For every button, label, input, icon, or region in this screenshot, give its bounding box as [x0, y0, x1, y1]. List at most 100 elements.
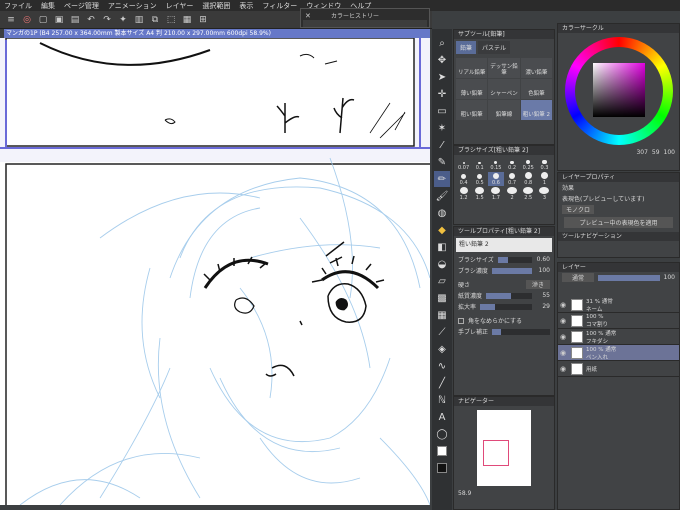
move-layer-icon[interactable]: ✛ — [434, 86, 450, 102]
brush-size-option[interactable]: 0.15 — [488, 157, 503, 171]
curve-icon[interactable]: ℕ — [434, 392, 450, 408]
brush-density-row[interactable]: ブラシ濃度 100 — [454, 265, 554, 276]
grid-icon[interactable]: ▦ — [180, 13, 194, 27]
color-history-strip[interactable] — [303, 20, 427, 27]
subtool-item[interactable]: 鉛筆線 — [488, 100, 520, 120]
drawing-canvas[interactable] — [0, 38, 430, 505]
blend-mode-select[interactable]: 通常 — [562, 273, 595, 282]
ruler-icon[interactable]: ⊞ — [196, 13, 210, 27]
operation-icon[interactable]: ➤ — [434, 69, 450, 85]
text-icon[interactable]: A — [434, 409, 450, 425]
eye-icon[interactable]: ◉ — [560, 301, 568, 309]
brush-size-option[interactable]: 0.7 — [505, 172, 520, 186]
selection-icon[interactable]: ▭ — [434, 103, 450, 119]
mono-option[interactable]: モノクロ — [562, 205, 595, 214]
eye-icon[interactable]: ◉ — [560, 333, 568, 341]
menu-view[interactable]: 表示 — [239, 1, 253, 11]
eraser-icon[interactable]: ◧ — [434, 239, 450, 255]
brush-size-option[interactable]: 0.5 — [472, 172, 487, 186]
layer-row[interactable]: ◉ 用紙 — [558, 361, 679, 377]
open-file-icon[interactable]: ▣ — [52, 13, 66, 27]
saturation-value-square[interactable] — [592, 63, 645, 117]
brush-size-option[interactable]: 0.3 — [537, 157, 552, 171]
frame-icon[interactable]: ▦ — [434, 307, 450, 323]
eye-icon[interactable]: ◉ — [560, 365, 568, 373]
brush-size-option[interactable]: 0.25 — [521, 157, 536, 171]
menu-edit[interactable]: 編集 — [41, 1, 55, 11]
airbrush-icon[interactable]: ◍ — [434, 205, 450, 221]
document-tab[interactable]: マンガの1P (B4 257.00 x 364.00mm 製本サイズ A4 判 … — [4, 29, 430, 38]
background-color[interactable] — [434, 460, 450, 476]
app-logo-icon[interactable]: ◎ — [20, 13, 34, 27]
brush-size-slider[interactable] — [497, 256, 532, 263]
foreground-color[interactable] — [434, 443, 450, 459]
subtool-item[interactable]: リアル鉛筆 — [456, 58, 488, 78]
redo-icon[interactable]: ↷ — [100, 13, 114, 27]
subtool-item[interactable]: 色鉛筆 — [520, 79, 552, 99]
menu-file[interactable]: ファイル — [4, 1, 32, 11]
fill-icon[interactable]: ▱ — [434, 273, 450, 289]
subtool-item[interactable]: 濃い鉛筆 — [520, 58, 552, 78]
navigator-preview[interactable] — [477, 410, 531, 486]
decoration-icon[interactable]: ◆ — [434, 222, 450, 238]
zoom-icon[interactable]: ⌕ — [434, 35, 450, 51]
pen-icon[interactable]: ✎ — [434, 154, 450, 170]
navigator-zoom[interactable]: 58.9 — [454, 490, 554, 497]
layer-row[interactable]: ◉ 31 % 通常 ネーム — [558, 297, 679, 313]
scale-row[interactable]: 拡大率 29 — [454, 301, 554, 312]
auto-select-icon[interactable]: ✶ — [434, 120, 450, 136]
pencil-icon[interactable]: ✏ — [434, 171, 450, 187]
subtool-item[interactable]: デッサン鉛筆 — [488, 58, 520, 78]
brush-size-option[interactable]: 3 — [537, 187, 552, 201]
eye-icon[interactable]: ◉ — [560, 349, 568, 357]
transform-icon[interactable]: ⧉ — [148, 13, 162, 27]
layer-row[interactable]: ◉ 100 % 通常 フキダシ — [558, 329, 679, 345]
hue-ring[interactable] — [564, 37, 673, 145]
tab-pencil[interactable]: 鉛筆 — [456, 41, 477, 54]
brush-size-option[interactable]: 2.5 — [521, 187, 536, 201]
ruler-icon[interactable]: ⟋ — [434, 324, 450, 340]
smooth-corner-checkbox[interactable]: 角をなめらかにする — [454, 315, 554, 326]
hamburger-icon[interactable]: ≡ — [4, 13, 18, 27]
density-row[interactable]: 紙質濃度 55 — [454, 290, 554, 301]
save-icon[interactable]: ▤ — [68, 13, 82, 27]
brush-size-option[interactable]: 0.4 — [456, 172, 471, 186]
layer-row[interactable]: ◉ 100 % 通常 ペン入れ — [558, 345, 679, 361]
menu-selection[interactable]: 選択範囲 — [202, 1, 230, 11]
balloon-icon[interactable]: ◯ — [434, 426, 450, 442]
brush-size-option[interactable]: 0.6 — [488, 172, 504, 186]
brush-size-option[interactable]: 0.07 — [456, 157, 471, 171]
subtool-item[interactable]: 薄い鉛筆 — [456, 79, 488, 99]
new-file-icon[interactable]: ▢ — [36, 13, 50, 27]
menu-page[interactable]: ページ管理 — [64, 1, 99, 11]
move-icon[interactable]: ✥ — [434, 52, 450, 68]
undo-icon[interactable]: ↶ — [84, 13, 98, 27]
brush-size-option[interactable]: 0.2 — [505, 157, 520, 171]
blend-icon[interactable]: ◒ — [434, 256, 450, 272]
liquify-icon[interactable]: ∿ — [434, 358, 450, 374]
brush-density-slider[interactable] — [491, 267, 532, 274]
brush-size-option[interactable]: 0.8 — [521, 172, 536, 186]
layer-row[interactable]: ◉ 100 % コマ割り — [558, 313, 679, 329]
brush-size-option[interactable]: 1 — [537, 172, 552, 186]
brush-size-option[interactable]: 2 — [505, 187, 520, 201]
opacity-slider[interactable] — [598, 274, 660, 281]
subtool-item[interactable]: 粗い鉛筆 — [456, 100, 488, 120]
gradient-icon[interactable]: ▩ — [434, 290, 450, 306]
clear-icon[interactable]: ✦ — [116, 13, 130, 27]
fill-icon[interactable]: ▥ — [132, 13, 146, 27]
brush-size-row[interactable]: ブラシサイズ 0.60 — [454, 254, 554, 265]
brush-size-option[interactable]: 1.5 — [472, 187, 487, 201]
menu-filter[interactable]: フィルター — [262, 1, 297, 11]
brush-size-option[interactable]: 1.7 — [488, 187, 503, 201]
menu-animation[interactable]: アニメーション — [108, 1, 157, 11]
subtool-item[interactable]: シャーペン — [488, 79, 520, 99]
stabilization-row[interactable]: 手ブレ補正 — [454, 326, 554, 337]
menu-layer[interactable]: レイヤー — [166, 1, 194, 11]
blend-button[interactable]: 滲き — [525, 280, 550, 289]
water-icon[interactable]: ◈ — [434, 341, 450, 357]
close-icon[interactable]: ✕ — [305, 12, 311, 20]
eyedropper-icon[interactable]: ⁄ — [434, 137, 450, 153]
select-icon[interactable]: ⬚ — [164, 13, 178, 27]
tab-pastel[interactable]: パステル — [478, 41, 511, 54]
